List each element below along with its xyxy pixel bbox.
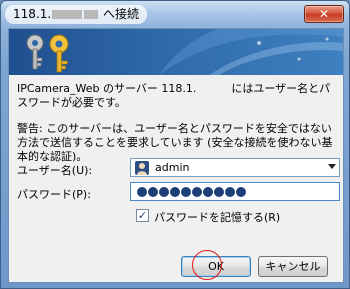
banner [9,29,343,75]
remember-password-checkbox[interactable]: ✓ [136,209,149,222]
password-dot [225,187,235,197]
close-icon: ✕ [318,7,330,21]
window-title-prefix: 118.1. [13,7,52,21]
ok-button[interactable]: OK [181,256,251,277]
chevron-down-icon[interactable] [328,164,336,169]
window-title-suffix: へ接続 [103,7,140,21]
password-label: パスワード(P): [17,188,91,201]
keys-icon [26,34,69,73]
window-title: 118.1. へ接続 [5,5,148,24]
title-bar[interactable]: 118.1. へ接続 ✕ [1,1,349,28]
password-dot [148,187,158,197]
username-value: admin [155,161,190,174]
remember-password-label: パスワードを記憶する(R) [154,211,281,224]
password-mask [137,185,247,199]
password-dot [192,187,202,197]
close-button[interactable]: ✕ [304,5,344,23]
password-dot [181,187,191,197]
cancel-button[interactable]: キャンセル [258,256,328,277]
username-combobox[interactable]: admin [130,158,340,177]
redacted-ip-block [52,10,83,19]
password-dot [236,187,246,197]
password-dot [170,187,180,197]
user-avatar-icon [135,161,149,175]
password-dot [203,187,213,197]
password-field[interactable] [130,182,340,201]
dialog-body: IPCamera_Web のサーバー 118.1. にはユーザー名とパスワードが… [8,28,344,283]
password-dot [159,187,169,197]
username-label: ユーザー名(U): [17,164,93,177]
password-dot [214,187,224,197]
login-dialog: 118.1. へ接続 ✕ IPCamera_Web のサーバー 118.1. に… [0,0,350,289]
password-dot [137,187,147,197]
redacted-ip-block [84,10,99,19]
auth-message: IPCamera_Web のサーバー 118.1. にはユーザー名とパスワードが… [17,82,331,109]
